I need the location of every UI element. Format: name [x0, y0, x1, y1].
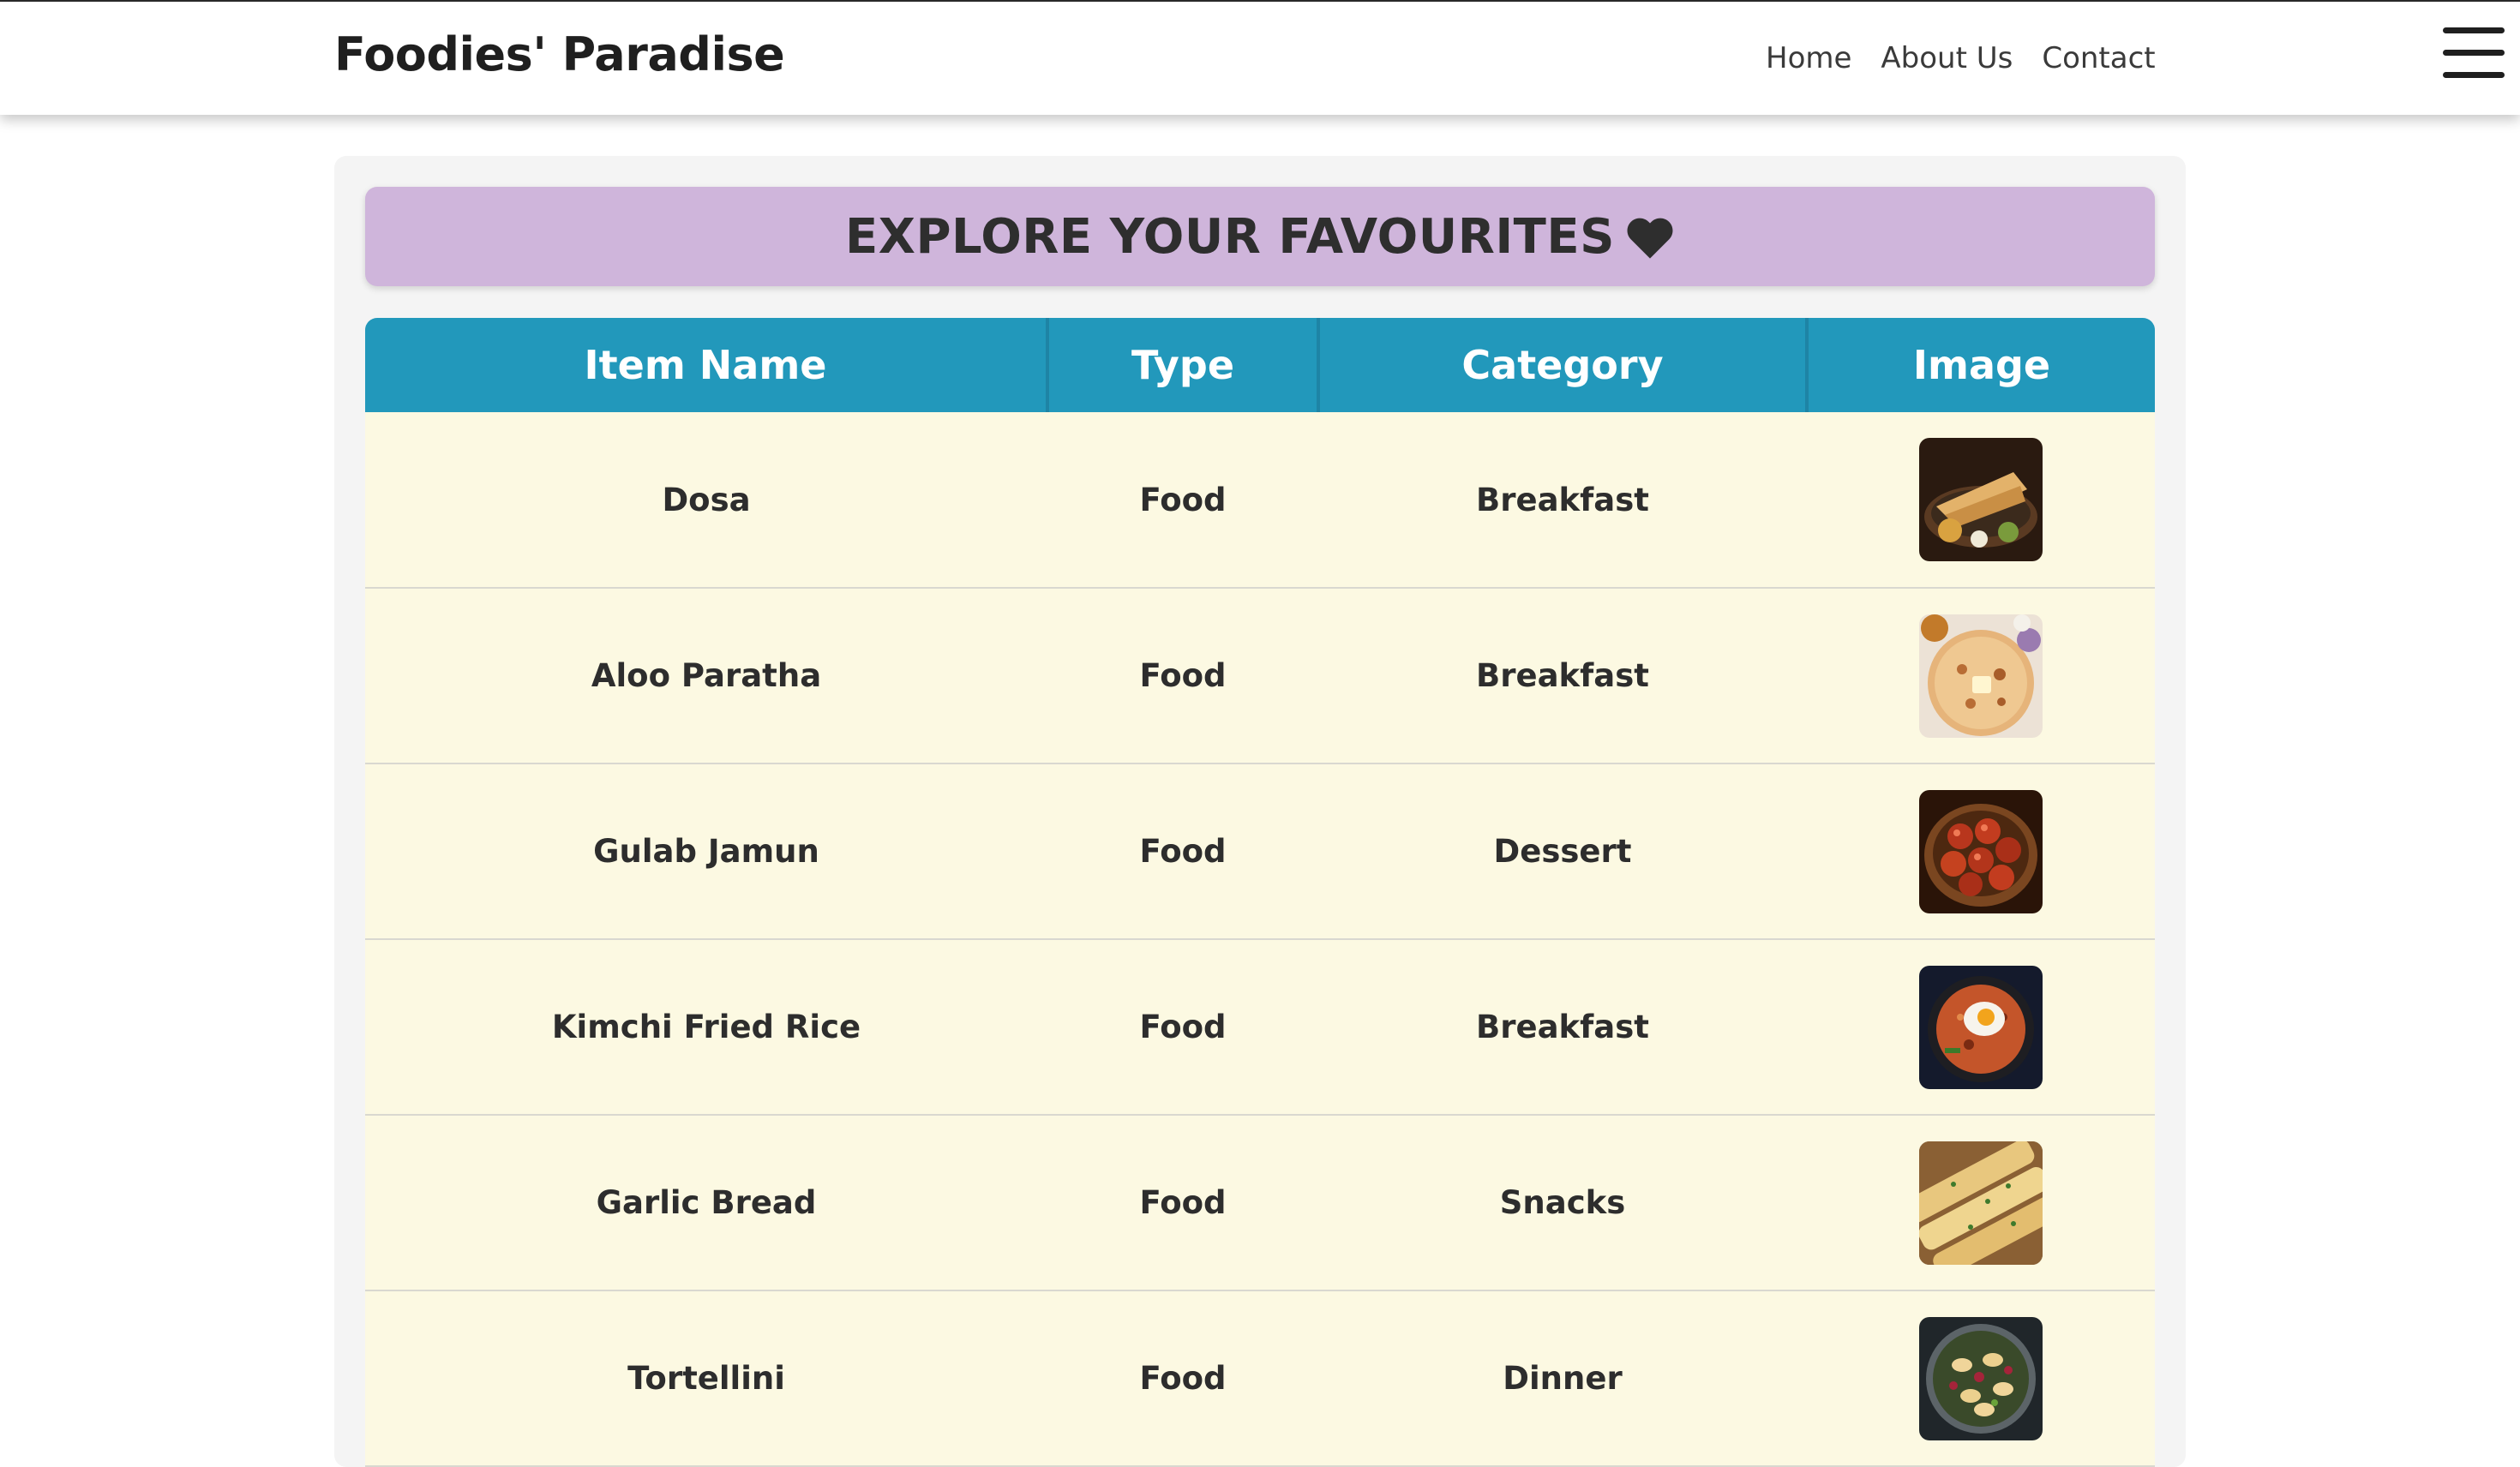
cell-type: Food: [1139, 1360, 1227, 1397]
tortellini-image[interactable]: [1919, 1316, 2043, 1440]
nav-link-home[interactable]: Home: [1766, 41, 1851, 75]
cell-image: [1807, 1290, 2155, 1466]
cell-item-name: Garlic Bread: [596, 1184, 817, 1221]
cell-item-name: Gulab Jamun: [593, 833, 819, 870]
cell-type: Food: [1139, 1009, 1227, 1045]
nav-link-contact[interactable]: Contact: [2042, 41, 2155, 75]
cell-category: Breakfast: [1476, 1009, 1649, 1045]
hamburger-menu-icon[interactable]: [2443, 27, 2505, 79]
column-header-type[interactable]: Type: [1046, 318, 1318, 412]
aloo-paratha-image[interactable]: [1919, 614, 2043, 738]
brand-logo-text[interactable]: Foodies' Paradise: [334, 27, 785, 81]
cell-category: Breakfast: [1476, 657, 1649, 694]
garlic-bread-image[interactable]: [1919, 1141, 2043, 1265]
navbar: Foodies' Paradise Home About Us Contact: [0, 2, 2520, 115]
cell-category: Snacks: [1499, 1184, 1626, 1221]
cell-type: Food: [1139, 833, 1227, 870]
cell-image: [1807, 588, 2155, 763]
cell-category: Dessert: [1493, 833, 1632, 870]
cell-image: [1807, 412, 2155, 588]
cell-image: [1807, 939, 2155, 1115]
kimchi-fried-rice-image[interactable]: [1919, 965, 2043, 1089]
favourites-table: Item Name Type Category Image Dosa Food …: [365, 318, 2155, 1467]
column-header-image[interactable]: Image: [1805, 318, 2155, 412]
favourites-table-container: Item Name Type Category Image Dosa Food …: [365, 318, 2155, 1467]
nav-link-about-us[interactable]: About Us: [1881, 41, 2013, 75]
table-row[interactable]: Kimchi Fried Rice Food Breakfast: [365, 939, 2155, 1115]
heart-icon: [1627, 218, 1673, 259]
column-header-item-name[interactable]: Item Name: [365, 318, 1047, 412]
table-header-row: Item Name Type Category Image: [365, 318, 2155, 412]
column-header-category[interactable]: Category: [1317, 318, 1807, 412]
cell-item-name: Dosa: [662, 481, 751, 518]
table-row[interactable]: Aloo Paratha Food Breakfast: [365, 588, 2155, 763]
cell-item-name: Aloo Paratha: [591, 657, 822, 694]
cell-image: [1807, 763, 2155, 939]
cell-item-name: Kimchi Fried Rice: [551, 1009, 861, 1045]
cell-item-name: Tortellini: [627, 1360, 785, 1397]
cell-category: Breakfast: [1476, 481, 1649, 518]
nav-links: Home About Us Contact: [1766, 41, 2185, 75]
table-row[interactable]: Dosa Food Breakfast: [365, 412, 2155, 588]
cell-type: Food: [1139, 657, 1227, 694]
dosa-image[interactable]: [1919, 438, 2043, 561]
favourites-banner: EXPLORE YOUR FAVOURITES: [365, 187, 2155, 286]
table-row[interactable]: Garlic Bread Food Snacks: [365, 1115, 2155, 1290]
banner-title: EXPLORE YOUR FAVOURITES: [845, 208, 1615, 265]
table-row[interactable]: Tortellini Food Dinner: [365, 1290, 2155, 1466]
cell-category: Dinner: [1503, 1360, 1623, 1397]
gulab-jamun-image[interactable]: [1919, 789, 2043, 913]
cell-type: Food: [1139, 1184, 1227, 1221]
cell-type: Food: [1139, 481, 1227, 518]
table-row[interactable]: Gulab Jamun Food Dessert: [365, 763, 2155, 939]
cell-image: [1807, 1115, 2155, 1290]
